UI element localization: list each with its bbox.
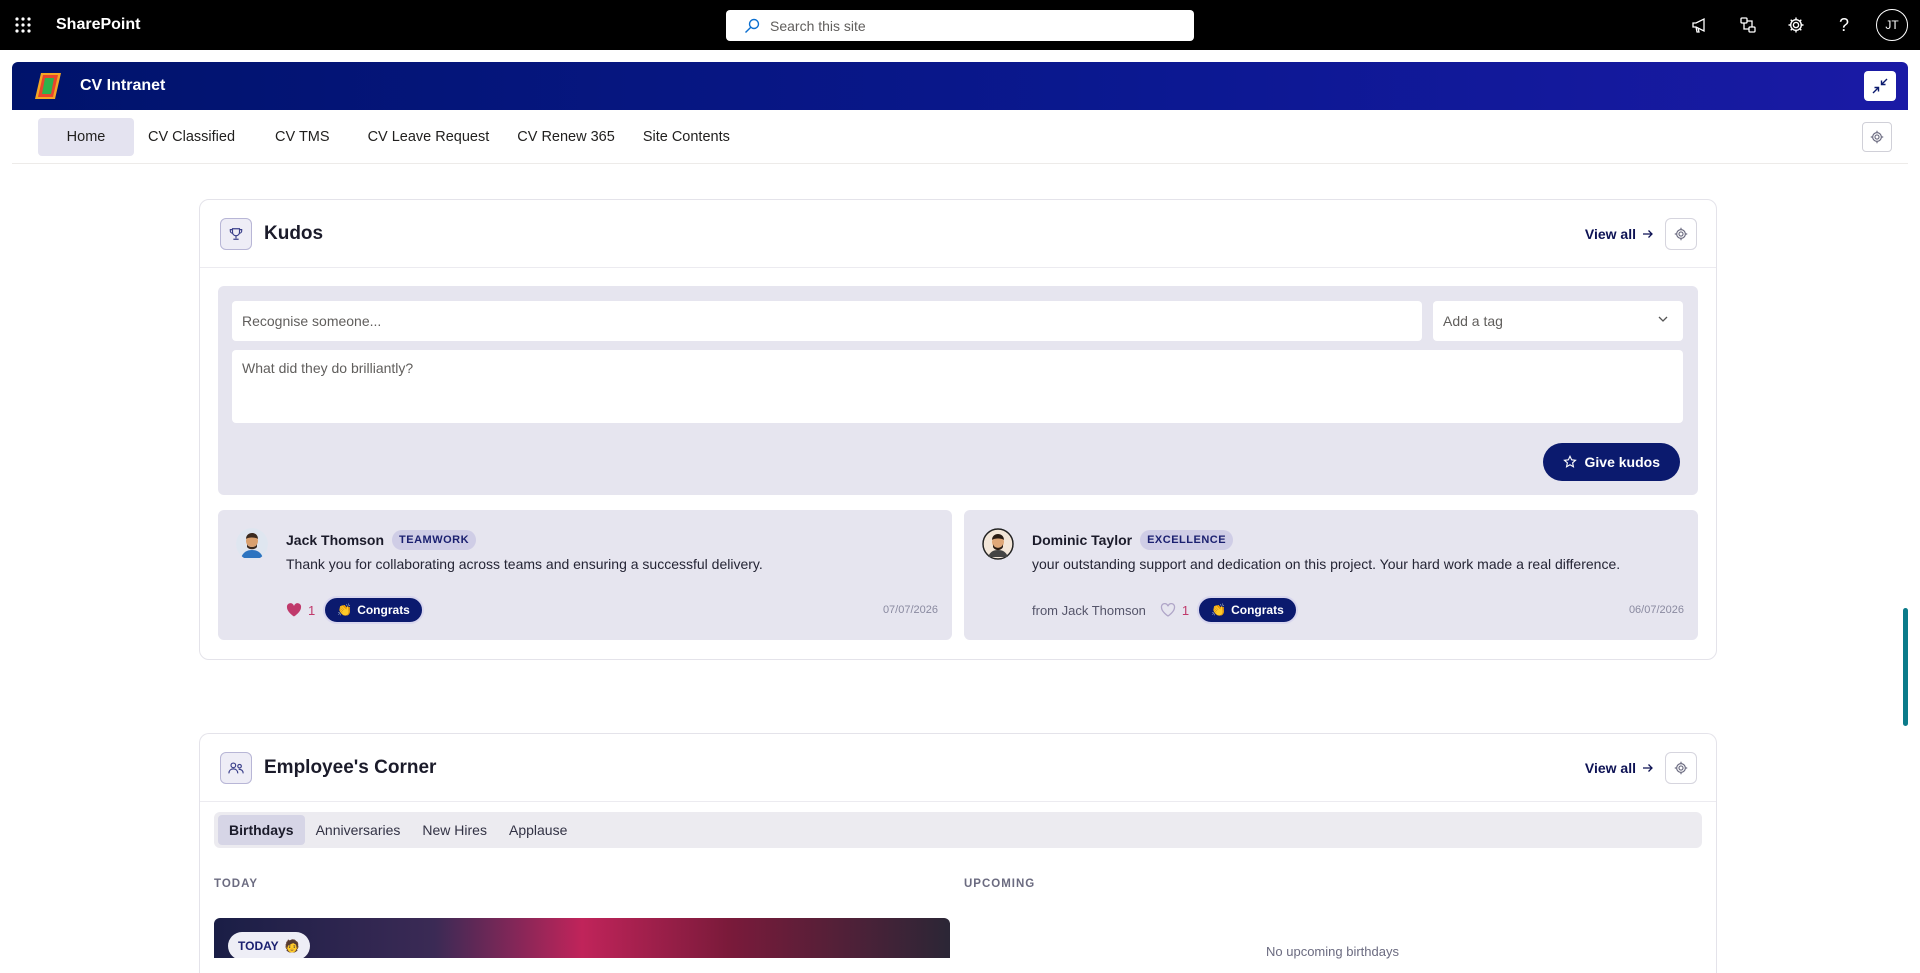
settings-gear-icon[interactable] <box>1772 0 1820 50</box>
search-placeholder: Search this site <box>770 17 866 34</box>
kudos-item: Jack Thomson TEAMWORK Thank you for coll… <box>218 510 952 640</box>
congrats-button[interactable]: 👏 Congrats <box>1197 596 1298 624</box>
like-count: 1 <box>308 602 316 618</box>
share-icon[interactable] <box>1724 0 1772 50</box>
recognise-placeholder: Recognise someone... <box>242 313 382 329</box>
trophy-icon <box>220 217 252 250</box>
kudos-header: Kudos View all <box>200 200 1716 268</box>
people-icon <box>220 751 252 784</box>
nav-item-cv-tms[interactable]: CV TMS <box>261 118 344 156</box>
gear-icon <box>1674 761 1688 774</box>
employees-corner-header: Employee's Corner View all <box>200 734 1716 802</box>
user-avatar[interactable]: JT <box>1876 9 1908 41</box>
tag-select[interactable]: Add a tag <box>1433 301 1683 341</box>
congrats-label: Congrats <box>1231 603 1284 617</box>
recipient-name: Dominic Taylor <box>1032 532 1133 548</box>
employees-corner-title: Employee's Corner <box>264 756 437 778</box>
kudos-date: 07/07/2026 <box>882 604 938 616</box>
kudos-view-all-link[interactable]: View all <box>1585 226 1654 242</box>
like-button[interactable]: 1 <box>1160 603 1189 618</box>
message-textarea[interactable]: What did they do brilliantly? <box>232 350 1683 423</box>
recipient-name: Jack Thomson <box>286 532 385 548</box>
nav-settings-button[interactable] <box>1862 122 1892 152</box>
employees-corner-card: Employee's Corner View all Birthdays Ann… <box>199 733 1717 973</box>
site-logo[interactable] <box>34 71 64 101</box>
kudos-settings-button[interactable] <box>1665 217 1697 250</box>
star-icon <box>1562 455 1577 468</box>
gear-icon <box>1870 130 1884 144</box>
chevron-down-icon <box>1658 316 1668 322</box>
heart-filled-icon <box>286 603 302 617</box>
heart-outline-icon <box>1160 603 1176 617</box>
like-button[interactable]: 1 <box>286 603 315 618</box>
tab-applause[interactable]: Applause <box>498 815 578 845</box>
kudos-date: 06/07/2026 <box>1628 604 1684 616</box>
today-badge: TODAY 🧑 <box>228 932 310 958</box>
no-upcoming-message: No upcoming birthdays <box>1266 944 1399 959</box>
congrats-label: Congrats <box>357 603 410 617</box>
megaphone-icon[interactable] <box>1676 0 1724 50</box>
page-scrollbar[interactable] <box>1903 608 1908 726</box>
employees-tabs: Birthdays Anniversaries New Hires Applau… <box>214 812 1702 848</box>
nav-item-site-contents[interactable]: Site Contents <box>629 118 744 156</box>
kudos-footer: from Jack Thomson 1 👏 Congrats <box>1032 596 1298 624</box>
tab-birthdays[interactable]: Birthdays <box>218 815 305 845</box>
birthday-card-image[interactable]: TODAY 🧑 <box>214 918 950 958</box>
help-icon[interactable]: ? <box>1820 0 1868 50</box>
search-icon <box>745 18 760 33</box>
kudos-message: Thank you for collaborating across teams… <box>286 556 763 572</box>
nav-item-cv-renew-365[interactable]: CV Renew 365 <box>503 118 629 156</box>
site-navigation: Home CV Classified CV TMS CV Leave Reque… <box>12 110 1908 164</box>
like-count: 1 <box>1181 602 1190 618</box>
message-placeholder: What did they do brilliantly? <box>242 360 414 376</box>
app-title[interactable]: SharePoint <box>56 16 140 34</box>
arrow-right-icon <box>1643 229 1653 238</box>
avatar <box>236 528 268 560</box>
tab-anniversaries[interactable]: Anniversaries <box>305 815 412 845</box>
employees-settings-button[interactable] <box>1665 751 1697 784</box>
kudos-title: Kudos <box>264 222 324 244</box>
nav-item-home[interactable]: Home <box>38 117 134 156</box>
view-all-label: View all <box>1584 759 1636 776</box>
today-section-label: TODAY <box>214 878 258 890</box>
kudos-card: Kudos View all Recognise someone... Add … <box>199 199 1717 660</box>
arrow-right-icon <box>1643 763 1653 772</box>
nav-item-cv-leave-request[interactable]: CV Leave Request <box>354 118 504 156</box>
kudos-footer: 1 👏 Congrats <box>286 596 424 624</box>
clap-icon: 👏 <box>1211 603 1227 617</box>
tag-placeholder: Add a tag <box>1443 313 1503 329</box>
employees-view-all-link[interactable]: View all <box>1585 760 1654 776</box>
tag-badge: TEAMWORK <box>392 530 477 550</box>
avatar <box>982 528 1014 560</box>
app-launcher-icon[interactable] <box>0 0 46 50</box>
clap-icon: 👏 <box>337 603 353 617</box>
kudos-message: your outstanding support and dedication … <box>1032 556 1621 572</box>
tab-new-hires[interactable]: New Hires <box>411 815 498 845</box>
congrats-button[interactable]: 👏 Congrats <box>323 596 424 624</box>
kudos-item: Dominic Taylor EXCELLENCE your outstandi… <box>964 510 1698 640</box>
search-box[interactable]: Search this site <box>726 10 1194 41</box>
kudos-recipient: Jack Thomson TEAMWORK <box>286 530 477 550</box>
give-kudos-button[interactable]: Give kudos <box>1542 443 1680 481</box>
face-icon: 🧑 <box>284 939 300 953</box>
site-header: CV Intranet <box>12 62 1908 110</box>
kudos-from: from Jack Thomson <box>1032 602 1146 618</box>
view-all-label: View all <box>1584 225 1636 242</box>
collapse-button[interactable] <box>1864 71 1896 101</box>
kudos-recipient: Dominic Taylor EXCELLENCE <box>1032 530 1234 550</box>
tag-badge: EXCELLENCE <box>1140 530 1234 550</box>
nav-item-cv-classified[interactable]: CV Classified <box>134 118 249 156</box>
collapse-arrows-icon <box>1872 78 1888 94</box>
recognise-input[interactable]: Recognise someone... <box>232 301 1422 341</box>
suite-bar: SharePoint Search this site ? JT <box>0 0 1920 50</box>
give-kudos-label: Give kudos <box>1584 454 1660 470</box>
today-pill-label: TODAY <box>238 939 279 953</box>
gear-icon <box>1674 227 1688 240</box>
give-kudos-form: Recognise someone... Add a tag What did … <box>218 286 1698 495</box>
site-title[interactable]: CV Intranet <box>80 77 165 95</box>
upcoming-section-label: UPCOMING <box>964 878 1036 890</box>
